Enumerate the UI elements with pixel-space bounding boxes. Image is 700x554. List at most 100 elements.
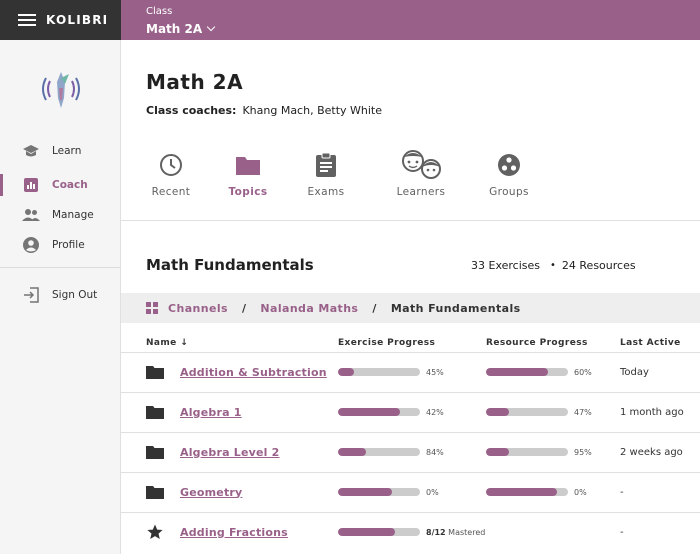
top-bar: KOLIBRI Class Math 2A	[0, 0, 700, 40]
name-column-header[interactable]: Name ↓	[121, 336, 338, 353]
sidebar-item-sign-out[interactable]: Sign Out	[0, 282, 120, 308]
exercise-progress-bar	[338, 488, 420, 496]
table-row: Algebra 1 42% 47% 1 month ago	[121, 392, 700, 433]
clipboard-icon	[316, 152, 336, 177]
exercise-progress-bar	[338, 408, 420, 416]
breadcrumb-channel-link[interactable]: Nalanda Maths	[260, 302, 358, 315]
content-counts: 33 Exercises • 24 Resources	[471, 259, 636, 272]
exercise-progress-fill	[338, 448, 366, 456]
menu-icon[interactable]	[18, 14, 36, 26]
learners-icon	[402, 150, 441, 179]
mastered-count: 8/12	[426, 527, 446, 537]
folder-icon	[146, 444, 164, 460]
tab-topics[interactable]: Topics	[213, 150, 283, 198]
tabs-divider	[121, 220, 700, 221]
breadcrumb-separator: /	[241, 301, 247, 315]
sidebar-item-profile[interactable]: Profile	[0, 232, 120, 258]
mastered-text: 8/12 Mastered	[426, 528, 485, 537]
resource-percent: 60%	[574, 367, 592, 377]
exercise-progress-fill	[338, 408, 400, 416]
class-selector[interactable]: Math 2A	[146, 20, 216, 38]
sidebar-item-label: Profile	[52, 239, 85, 251]
last-active-header: Last Active	[620, 336, 700, 353]
exercise-percent: 42%	[426, 407, 444, 417]
sidebar-item-label: Coach	[52, 179, 88, 191]
topic-link[interactable]: Adding Fractions	[180, 526, 288, 539]
last-active-value: -	[620, 472, 700, 513]
tab-recent[interactable]: Recent	[136, 150, 206, 198]
arrow-down-icon: ↓	[180, 337, 189, 348]
exercise-percent: 45%	[426, 367, 444, 377]
topic-link[interactable]: Geometry	[180, 486, 242, 499]
last-active-value: 1 month ago	[620, 392, 700, 433]
resource-progress-bar	[486, 488, 568, 496]
exercise-percent: 84%	[426, 447, 444, 457]
folder-icon	[236, 157, 260, 175]
exercise-progress-fill	[338, 488, 393, 496]
breadcrumb-channels-link[interactable]: Channels	[168, 302, 228, 315]
last-active-value: 2 weeks ago	[620, 432, 700, 473]
resource-progress-fill	[486, 408, 509, 416]
breadcrumb-current: Math Fundamentals	[390, 301, 521, 315]
sidebar: Learn Coach Manage Profile Sign Out	[0, 40, 121, 554]
table-row: Geometry 0% 0% -	[121, 472, 700, 513]
topic-link[interactable]: Algebra Level 2	[180, 446, 280, 459]
star-icon	[146, 524, 164, 540]
folder-icon	[146, 404, 164, 420]
exercise-percent: 0%	[426, 487, 439, 497]
resource-progress-header: Resource Progress	[486, 336, 620, 353]
profile-icon	[22, 236, 40, 254]
resource-count: 24 Resources	[561, 259, 636, 272]
sidebar-item-learn[interactable]: Learn	[0, 138, 120, 164]
brand-area: KOLIBRI	[0, 0, 121, 40]
coach-icon	[22, 176, 40, 194]
sign-out-icon	[22, 286, 40, 304]
folder-icon	[146, 484, 164, 500]
sidebar-item-coach[interactable]: Coach	[0, 172, 120, 198]
brand-name: KOLIBRI	[46, 13, 109, 27]
manage-icon	[22, 206, 40, 224]
tab-label: Groups	[489, 186, 529, 198]
topic-link[interactable]: Addition & Subtraction	[180, 366, 327, 379]
topic-link[interactable]: Algebra 1	[180, 406, 242, 419]
resource-progress-bar	[486, 368, 568, 376]
app-bar: Class Math 2A	[121, 0, 700, 40]
resource-percent: 0%	[574, 487, 587, 497]
resource-percent: 47%	[574, 407, 592, 417]
tab-groups[interactable]: Groups	[474, 150, 544, 198]
app-bar-label: Class	[146, 6, 173, 17]
kolibri-logo	[42, 72, 80, 108]
exercise-progress-fill	[338, 528, 396, 537]
class-coaches: Class coaches: Khang Mach, Betty White	[146, 104, 382, 117]
sidebar-item-label: Sign Out	[52, 289, 98, 301]
table-row: Algebra Level 2 84% 95% 2 weeks ago	[121, 432, 700, 473]
class-selector-label: Math 2A	[146, 22, 203, 36]
breadcrumb: Channels / Nalanda Maths / Math Fundamen…	[121, 293, 700, 323]
resource-progress-bar	[486, 408, 568, 416]
groups-icon	[498, 154, 520, 176]
table-header-row: Name ↓ Exercise Progress Resource Progre…	[121, 336, 700, 353]
tab-label: Topics	[228, 186, 268, 198]
count-separator: •	[550, 260, 556, 271]
name-header-label: Name	[146, 337, 177, 348]
main-content: Math 2A Class coaches: Khang Mach, Betty …	[121, 40, 700, 554]
sidebar-item-label: Learn	[52, 145, 82, 157]
topics-table: Name ↓ Exercise Progress Resource Progre…	[121, 336, 700, 552]
tab-learners[interactable]: Learners	[386, 150, 456, 198]
tab-exams[interactable]: Exams	[291, 150, 361, 198]
exercise-progress-bar	[338, 528, 420, 537]
last-active-value: -	[620, 526, 624, 538]
table-row: Addition & Subtraction 45% 60% Today	[121, 352, 700, 393]
resource-progress-bar	[486, 448, 568, 456]
resource-progress-fill	[486, 448, 509, 456]
sidebar-item-manage[interactable]: Manage	[0, 202, 120, 228]
channels-grid-icon	[146, 302, 158, 314]
clock-icon	[160, 154, 182, 176]
resource-progress-fill	[486, 368, 548, 376]
resource-progress-fill	[486, 488, 557, 496]
last-active-value: Today	[620, 352, 700, 393]
chevron-down-icon	[206, 22, 216, 32]
mastered-label: Mastered	[448, 527, 486, 537]
sidebar-item-label: Manage	[52, 209, 94, 221]
tab-label: Exams	[307, 186, 345, 198]
